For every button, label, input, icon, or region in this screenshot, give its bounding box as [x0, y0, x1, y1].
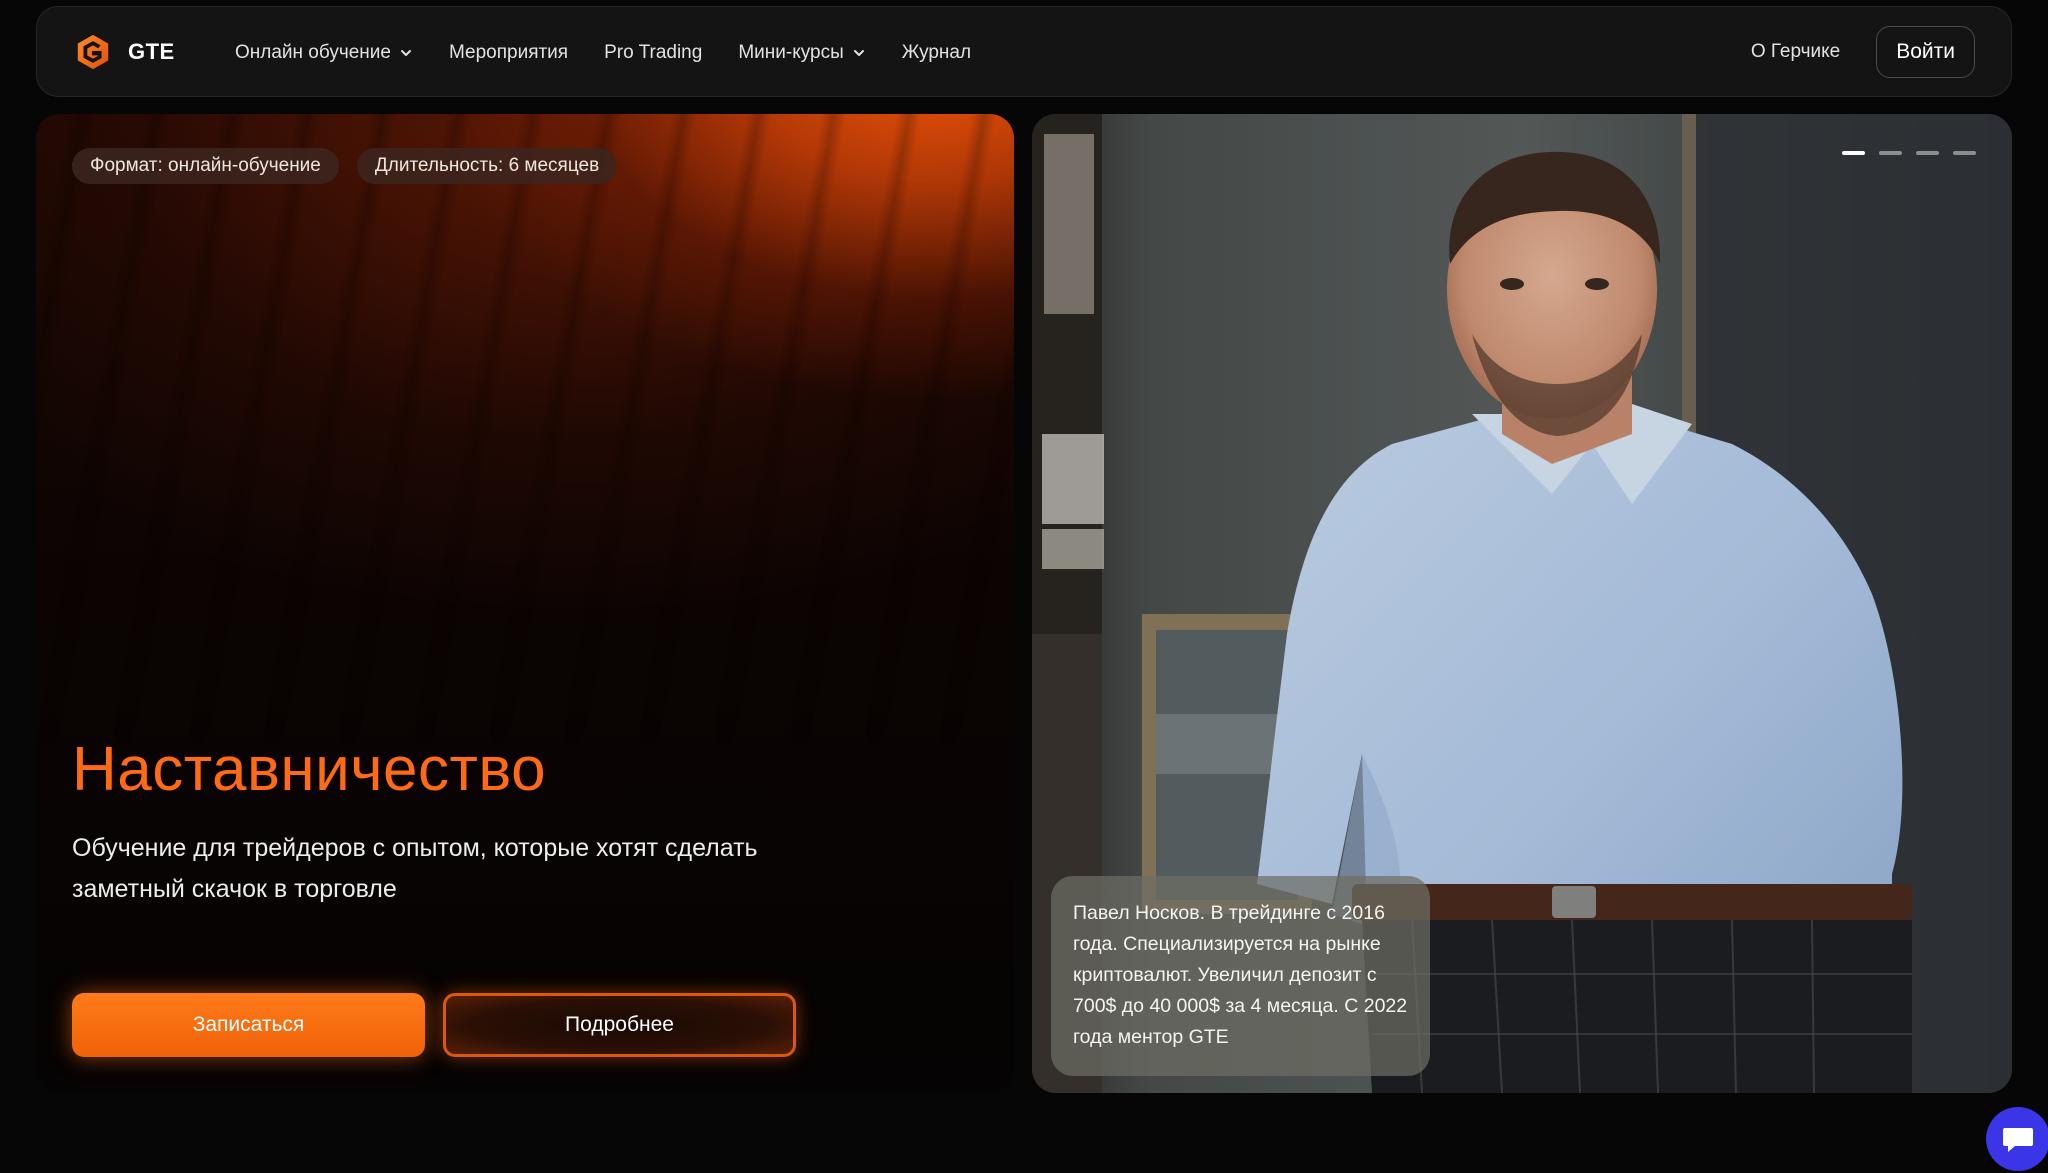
chat-widget-button[interactable]	[1986, 1107, 2048, 1171]
slide-indicator-3[interactable]	[1916, 151, 1939, 155]
chevron-down-icon	[853, 49, 864, 56]
nav-item-label: Pro Trading	[604, 41, 703, 63]
slide-indicator-2[interactable]	[1879, 151, 1902, 155]
login-button[interactable]: Войти	[1876, 26, 1975, 78]
mentor-slider[interactable]: Павел Носков. В трейдинге с 2016 года. С…	[1032, 114, 2012, 1093]
nav-item-mini-courses[interactable]: Мини-курсы	[738, 42, 865, 64]
main-menu: Онлайн обучение Мероприятия Pro Trading …	[235, 7, 971, 98]
nav-item-label: Онлайн обучение	[235, 41, 391, 63]
nav-item-pro-trading[interactable]: Pro Trading	[604, 42, 702, 64]
format-tag: Формат: онлайн-обучение	[72, 148, 339, 184]
nav-item-journal[interactable]: Журнал	[902, 42, 971, 64]
slider-pagination	[1842, 151, 1976, 155]
duration-tag: Длительность: 6 месяцев	[356, 148, 618, 184]
nav-item-online-learning[interactable]: Онлайн обучение	[235, 42, 413, 64]
hero-card: Формат: онлайн-обучение Длительность: 6 …	[36, 114, 1014, 1093]
hero-subtitle: Обучение для трейдеров с опытом, которые…	[72, 834, 758, 903]
slide-indicator-1[interactable]	[1842, 151, 1865, 155]
nav-item-label: Мини-курсы	[738, 41, 844, 63]
slide-indicator-4[interactable]	[1953, 151, 1976, 155]
nav-item-label: Журнал	[901, 41, 972, 63]
nav-item-events[interactable]: Мероприятия	[449, 42, 568, 64]
top-navigation: GTE Онлайн обучение Мероприятия Pro Trad…	[36, 6, 2012, 97]
hero-background-texture	[36, 114, 1014, 1093]
page-title: Наставничество	[72, 735, 547, 804]
about-gerchik-link[interactable]: О Герчике	[1751, 41, 1840, 63]
gte-logo-icon	[77, 34, 109, 70]
more-info-button[interactable]: Подробнее	[443, 993, 796, 1057]
mentor-caption-text: Павел Носков. В трейдинге с 2016 года. С…	[1073, 902, 1408, 1048]
logo[interactable]: GTE	[74, 33, 175, 71]
course-tags: Формат: онлайн-обучение Длительность: 6 …	[72, 148, 618, 184]
logo-text: GTE	[128, 39, 175, 64]
mentor-caption: Павел Носков. В трейдинге с 2016 года. С…	[1051, 876, 1430, 1076]
chat-icon	[2003, 1128, 2033, 1152]
enroll-button[interactable]: Записаться	[72, 993, 425, 1057]
nav-item-label: Мероприятия	[448, 41, 569, 63]
nav-right: О Герчике Войти	[1751, 26, 1975, 78]
chevron-down-icon	[400, 49, 411, 56]
